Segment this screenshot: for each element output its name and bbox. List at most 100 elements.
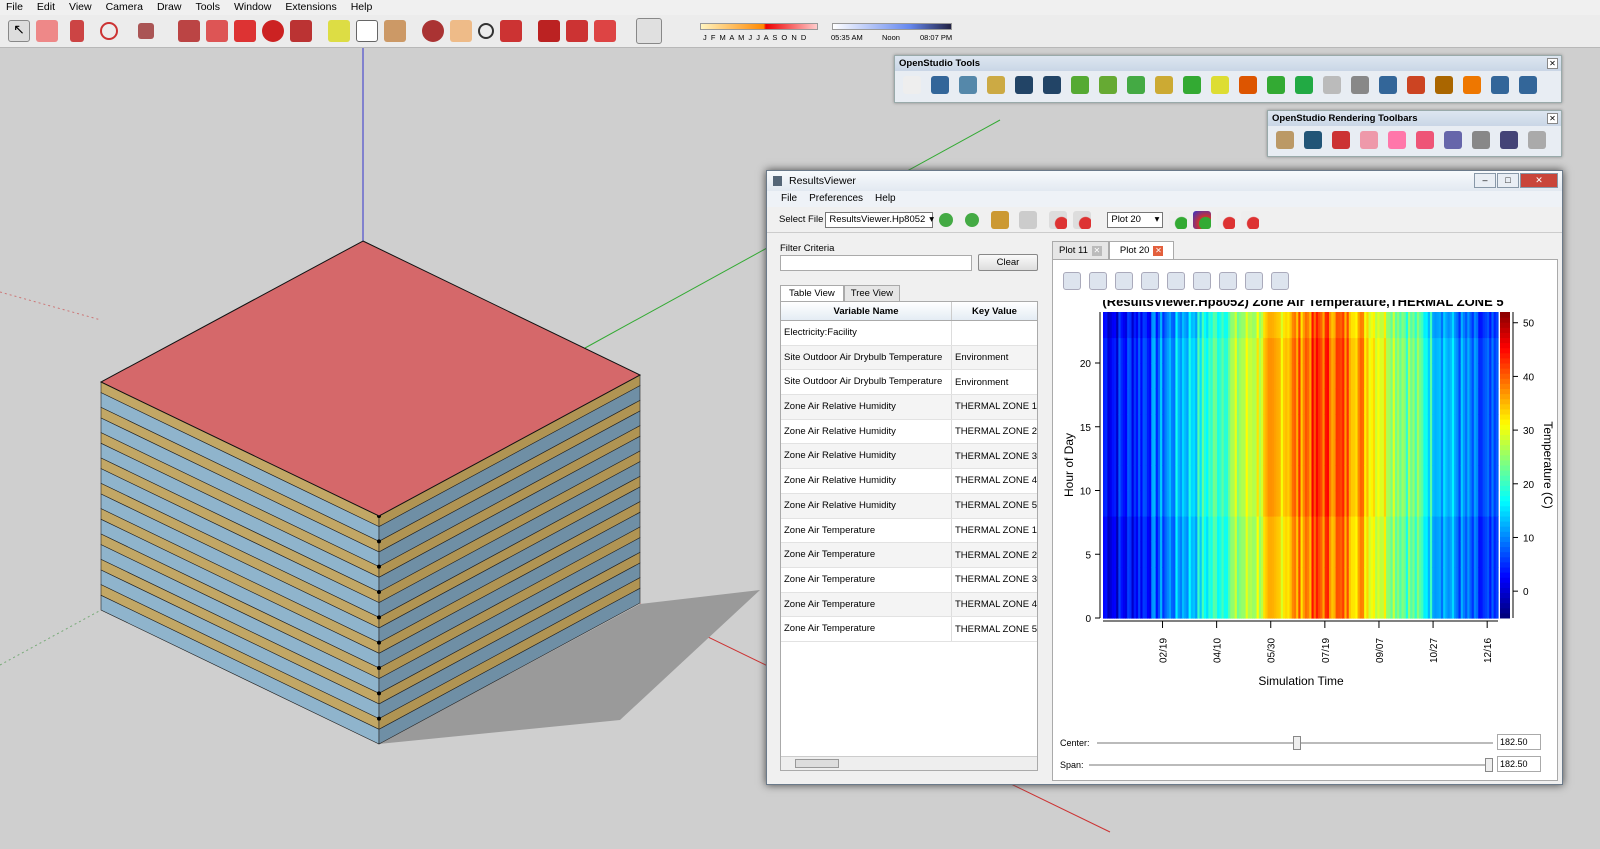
table-row[interactable]: Zone Air Relative Humidity THERMAL ZONE 1 <box>781 395 1037 420</box>
center-value[interactable]: 182.50 <box>1497 734 1541 750</box>
render-by-space-type-icon[interactable] <box>1360 131 1378 149</box>
push-pull-icon[interactable] <box>178 20 200 42</box>
pencil-icon[interactable] <box>70 20 84 42</box>
select-file-dropdown[interactable]: ResultsViewer.Hp8052 ▾ <box>825 211 934 228</box>
inspector-icon[interactable] <box>1211 76 1229 94</box>
move-icon[interactable] <box>234 20 256 42</box>
render-data-icon[interactable] <box>1500 131 1518 149</box>
span-value[interactable]: 182.50 <box>1497 756 1541 772</box>
add-plot-icon[interactable] <box>1169 210 1188 229</box>
export-icon[interactable] <box>987 76 1005 94</box>
print-icon[interactable] <box>1245 272 1263 290</box>
table-row[interactable]: Zone Air Relative Humidity THERMAL ZONE 4 <box>781 469 1037 494</box>
menu-extensions[interactable]: Extensions <box>285 0 336 15</box>
rv-menu-preferences[interactable]: Preferences <box>809 191 863 207</box>
table-row[interactable]: Site Outdoor Air Drybulb Temperature Envi… <box>781 370 1037 396</box>
tape-measure-icon[interactable] <box>328 20 350 42</box>
scale-icon[interactable] <box>290 20 312 42</box>
center-slider[interactable] <box>1097 736 1493 750</box>
new-model-icon[interactable] <box>903 76 921 94</box>
eraser-icon[interactable] <box>36 20 58 42</box>
paint-bucket-icon[interactable] <box>384 20 406 42</box>
maximize-button[interactable]: □ <box>1497 173 1519 188</box>
tab-plot-11[interactable]: Plot 11 ✕ <box>1052 241 1109 259</box>
menu-file[interactable]: File <box>6 0 23 15</box>
add-colored-plot-icon[interactable] <box>1193 210 1212 229</box>
center-slider-handle[interactable] <box>1293 736 1301 750</box>
render-by-class-icon[interactable] <box>1276 131 1294 149</box>
pointer-icon[interactable] <box>1435 76 1453 94</box>
follow-me-icon[interactable] <box>206 20 228 42</box>
grid-icon[interactable] <box>1351 76 1369 94</box>
table-row[interactable]: Zone Air Temperature THERMAL ZONE 4 <box>781 592 1037 618</box>
table-row[interactable]: Electricity:Facility <box>781 321 1037 346</box>
menu-help[interactable]: Help <box>351 0 373 15</box>
close-icon[interactable]: ✕ <box>1547 58 1558 69</box>
pan-icon[interactable] <box>1089 272 1107 290</box>
rv-menu-help[interactable]: Help <box>875 191 896 207</box>
menu-view[interactable]: View <box>69 0 92 15</box>
components-icon[interactable] <box>566 20 588 42</box>
rotate-icon[interactable] <box>262 20 284 42</box>
plot-dropdown[interactable]: Plot 20 ▾ <box>1107 211 1164 228</box>
table-row[interactable]: Zone Air Temperature THERMAL ZONE 3 <box>781 567 1037 593</box>
new-interior-partition-icon[interactable] <box>1127 76 1145 94</box>
close-tab-icon[interactable]: ✕ <box>1153 245 1164 256</box>
zoom-icon[interactable] <box>478 23 494 39</box>
search-icon[interactable] <box>1379 76 1397 94</box>
menu-draw[interactable]: Draw <box>157 0 182 15</box>
render-by-boundary-icon[interactable] <box>1304 131 1322 149</box>
rectangle-icon[interactable] <box>138 23 154 39</box>
new-light-icon[interactable] <box>1155 76 1173 94</box>
back-icon[interactable] <box>939 212 954 227</box>
glasses-icon[interactable] <box>1239 76 1257 94</box>
tab-tree-view[interactable]: Tree View <box>843 285 901 301</box>
table-row[interactable]: Zone Air Relative Humidity THERMAL ZONE 2 <box>781 419 1037 445</box>
zoom-out-icon[interactable] <box>1193 272 1211 290</box>
render-wireframe-icon[interactable] <box>1472 131 1490 149</box>
table-row[interactable]: Zone Air Relative Humidity THERMAL ZONE 5 <box>781 493 1037 519</box>
table-row[interactable]: Zone Air Relative Humidity THERMAL ZONE 3 <box>781 444 1037 470</box>
info-icon[interactable] <box>1267 76 1285 94</box>
column-header-key-value[interactable]: Key Value <box>952 302 1037 320</box>
rv-menu-file[interactable]: File <box>781 191 797 207</box>
zoom-in-icon[interactable] <box>1167 272 1185 290</box>
render-by-thermal-zone-icon[interactable] <box>1388 131 1406 149</box>
filter-input[interactable] <box>780 255 972 271</box>
arc-icon[interactable] <box>100 22 118 40</box>
clear-button[interactable]: Clear <box>978 254 1038 271</box>
space-type-icon[interactable] <box>1295 76 1313 94</box>
zoom-box-icon[interactable] <box>1141 272 1159 290</box>
forward-icon[interactable] <box>965 212 980 227</box>
book-icon[interactable] <box>1491 76 1509 94</box>
table-row[interactable]: Zone Air Temperature THERMAL ZONE 5 <box>781 617 1037 642</box>
xray-icon[interactable] <box>1444 131 1462 149</box>
scrollbar-thumb[interactable] <box>795 759 839 768</box>
menu-tools[interactable]: Tools <box>195 0 220 15</box>
heatmap-chart[interactable]: (ResultsViewer.Hp8052) Zone Air Temperat… <box>1053 300 1559 770</box>
filter-icon[interactable] <box>1407 76 1425 94</box>
span-slider-handle[interactable] <box>1485 758 1493 772</box>
import-idf-icon[interactable] <box>1015 76 1033 94</box>
close-button[interactable]: ✕ <box>1520 173 1558 188</box>
close-tab-icon[interactable]: ✕ <box>1091 245 1102 256</box>
surface-matching-icon[interactable] <box>1183 76 1201 94</box>
import-icon[interactable] <box>931 76 949 94</box>
shadows-toggle-icon[interactable] <box>636 18 662 44</box>
remove-plot-icon[interactable] <box>1217 210 1236 229</box>
tab-table-view[interactable]: Table View <box>780 285 844 301</box>
date-slider[interactable] <box>700 23 818 30</box>
remove-all-plots-icon[interactable] <box>1241 210 1260 229</box>
zoom-extents-icon[interactable] <box>500 20 522 42</box>
time-slider[interactable] <box>832 23 952 30</box>
open-file-icon[interactable] <box>991 210 1010 229</box>
select-pointer-icon[interactable] <box>1063 272 1081 290</box>
table-row[interactable]: Zone Air Temperature THERMAL ZONE 2 <box>781 543 1037 568</box>
share-model-icon[interactable] <box>594 20 616 42</box>
help-icon[interactable] <box>1519 76 1537 94</box>
render-by-story-icon[interactable] <box>1416 131 1434 149</box>
horizontal-scrollbar[interactable] <box>781 756 1037 770</box>
orbit-icon[interactable] <box>422 20 444 42</box>
render-by-construction-icon[interactable] <box>1332 131 1350 149</box>
select-tool-icon[interactable]: ↖ <box>8 20 30 42</box>
